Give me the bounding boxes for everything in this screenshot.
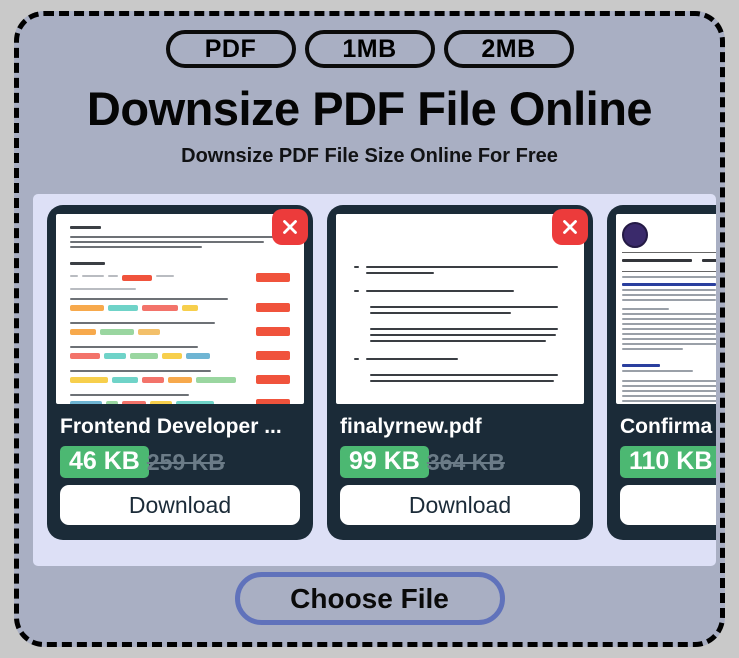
thumbnail-wrapper	[616, 214, 716, 404]
format-chip-row: PDF 1MB 2MB	[19, 30, 720, 68]
pdf-thumbnail	[616, 214, 716, 404]
pdf-preview-content	[56, 214, 304, 404]
size-comparison: 46 KB 259 KB	[60, 446, 304, 479]
carousel-track: Frontend Developer ... 46 KB 259 KB Down…	[33, 194, 716, 540]
file-name: finalyrnew.pdf	[340, 415, 482, 438]
download-button[interactable]: Download	[60, 485, 300, 525]
download-button[interactable]: Dow	[620, 485, 716, 525]
chip-2mb[interactable]: 2MB	[443, 30, 574, 68]
original-size: 364 KB	[426, 448, 505, 475]
size-comparison: 110 KB	[620, 446, 716, 479]
choose-file-row: Choose File	[19, 572, 720, 625]
chip-1mb-label: 1MB	[342, 34, 397, 63]
chip-1mb[interactable]: 1MB	[304, 30, 435, 68]
file-name: Frontend Developer ...	[60, 415, 282, 438]
original-size: 259 KB	[146, 448, 225, 475]
thumbnail-wrapper	[336, 209, 588, 404]
result-card: Confirma 110 KB Dow	[607, 205, 716, 540]
thumbnail-wrapper	[56, 209, 308, 404]
compressed-size-badge: 46 KB	[60, 446, 149, 479]
close-icon[interactable]	[552, 209, 588, 245]
result-card: finalyrnew.pdf 99 KB 364 KB Download	[327, 205, 593, 540]
pdf-preview-content	[616, 214, 716, 404]
pdf-thumbnail	[56, 214, 304, 404]
download-button[interactable]: Download	[340, 485, 580, 525]
compressed-size-badge: 99 KB	[340, 446, 429, 479]
page-subtitle: Downsize PDF File Size Online For Free	[181, 145, 558, 168]
results-carousel[interactable]: Frontend Developer ... 46 KB 259 KB Down…	[33, 194, 716, 566]
file-name: Confirma	[620, 415, 713, 438]
pdf-preview-content	[336, 214, 584, 404]
size-comparison: 99 KB 364 KB	[340, 446, 584, 479]
close-icon[interactable]	[272, 209, 308, 245]
document-emblem	[622, 222, 648, 248]
pdf-thumbnail	[336, 214, 584, 404]
result-card: Frontend Developer ... 46 KB 259 KB Down…	[47, 205, 313, 540]
choose-file-button[interactable]: Choose File	[234, 572, 505, 625]
chip-2mb-label: 2MB	[481, 34, 536, 63]
chip-pdf-label: PDF	[204, 34, 257, 63]
chip-pdf[interactable]: PDF	[165, 30, 296, 68]
compressed-size-badge: 110 KB	[620, 446, 716, 479]
upload-panel: PDF 1MB 2MB Downsize PDF File Online Dow…	[14, 11, 725, 647]
page-title: Downsize PDF File Online	[86, 82, 653, 135]
